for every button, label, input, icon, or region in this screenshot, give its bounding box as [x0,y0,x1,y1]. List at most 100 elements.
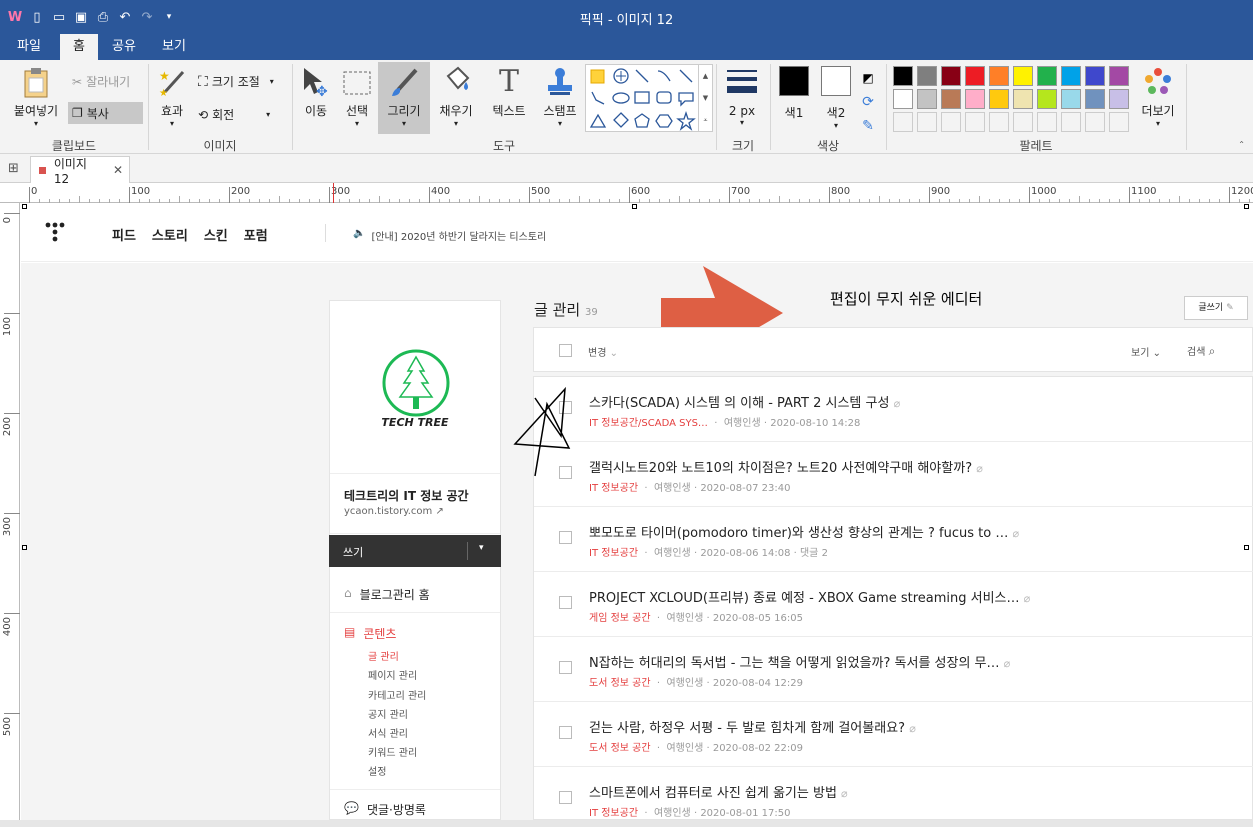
submenu-notice-manage[interactable]: 공지 관리 [368,706,408,721]
post-row[interactable]: 스마트폰에서 컴퓨터로 사진 쉽게 옮기는 방법 ⌀ IT 정보공간 · 여행인생… [534,767,1253,820]
swap-colors-icon[interactable]: ◩ [858,66,878,90]
resize-handle[interactable] [632,204,637,209]
post-category[interactable]: IT 정보공간 [589,548,638,559]
post-category[interactable]: 도서 정보 공간 [589,678,651,689]
stamp-tool-button[interactable]: 스탬프 ▾ [538,66,582,128]
post-title[interactable]: N잡하는 허대리의 독서법 - 그는 책을 어떻게 읽었을까? 독서를 성장의 … [589,652,1010,671]
submenu-template-manage[interactable]: 서식 관리 [368,725,408,740]
submenu-keyword-manage[interactable]: 키워드 관리 [368,744,417,759]
shapes-scroll-icon[interactable]: ▲ ▼ ⩡ [698,65,712,131]
effect-button[interactable]: ★ ★ 효과 ▾ [154,66,190,128]
nav-feed[interactable]: 피드 [112,225,136,244]
post-row[interactable]: PROJECT XCLOUD(프리뷰) 종료 예정 - XBOX Game st… [534,572,1253,637]
more-colors-button[interactable]: 더보기 ▾ [1136,66,1180,128]
palette-swatch[interactable] [1061,112,1081,132]
post-row[interactable]: 뽀모도로 타이머(pomodoro timer)와 생산성 향상의 관계는 ? … [534,507,1253,572]
grid-view-icon[interactable]: ⊞ [8,161,19,176]
post-row[interactable]: 스카다(SCADA) 시스템 의 이해 - PART 2 시스템 구성 ⌀ IT … [534,377,1253,442]
post-checkbox[interactable] [559,791,572,804]
line-size-button[interactable]: 2 px ▾ [722,66,762,127]
palette-swatch[interactable] [893,89,913,109]
submenu-post-manage[interactable]: 글 관리 [368,648,399,663]
select-tool-button[interactable]: 선택 ▾ [338,66,376,128]
post-checkbox[interactable] [559,661,572,674]
palette-swatch[interactable] [893,66,913,86]
post-category[interactable]: IT 정보공간 [589,483,638,494]
post-title[interactable]: 걷는 사람, 하정우 서평 - 두 발로 힘차게 함께 걸어볼래요? ⌀ [589,717,916,736]
palette-swatch[interactable] [941,112,961,132]
menu-share[interactable]: 공유 [102,34,146,60]
palette-swatch[interactable] [941,66,961,86]
post-row[interactable]: N잡하는 허대리의 독서법 - 그는 책을 어떻게 읽었을까? 독서를 성장의 … [534,637,1253,702]
post-title[interactable]: PROJECT XCLOUD(프리뷰) 종료 예정 - XBOX Game st… [589,587,1030,606]
write-dropdown-icon[interactable]: ▾ [479,543,484,553]
palette-swatch[interactable] [1109,66,1129,86]
palette-swatch[interactable] [941,89,961,109]
horizontal-scrollbar[interactable] [0,820,1253,827]
menu-view[interactable]: 보기 [150,34,198,60]
menu-comments[interactable]: 💬 댓글·방명록 [344,801,426,818]
menu-file[interactable]: 파일 [2,34,56,60]
palette-swatch[interactable] [1109,89,1129,109]
image-canvas[interactable]: 피드 스토리 스킨 포럼 🔈 [안내] 2020년 하반기 달라지는 티스토리 T… [21,203,1253,820]
palette-swatch[interactable] [965,89,985,109]
cut-button[interactable]: ✂ 잘라내기 [72,73,130,90]
post-row[interactable]: 갤럭시노트20와 노트10의 차이점은? 노트20 사전예약구매 해야할까? ⌀… [534,442,1253,507]
resize-handle[interactable] [22,545,27,550]
text-tool-button[interactable]: T 텍스트 [486,66,532,119]
palette-swatch[interactable] [917,112,937,132]
post-category[interactable]: 게임 정보 공간 [589,613,651,624]
palette-swatch[interactable] [1061,89,1081,109]
palette-swatch[interactable] [989,112,1009,132]
move-tool-button[interactable]: ✥ 이동 [298,66,334,119]
palette-swatch[interactable] [917,89,937,109]
nav-story[interactable]: 스토리 [152,225,188,244]
palette-swatch[interactable] [917,66,937,86]
palette-swatch[interactable] [1037,89,1057,109]
palette-swatch[interactable] [1085,66,1105,86]
submenu-settings[interactable]: 설정 [368,763,386,778]
menu-blog-home[interactable]: ⌂ 블로그관리 홈 [344,586,430,603]
eyedropper-icon[interactable]: ✎ [858,114,878,138]
palette-swatch[interactable] [1061,66,1081,86]
menu-contents[interactable]: ▤ 콘텐츠 [344,625,396,642]
nav-forum[interactable]: 포럼 [244,225,268,244]
resize-handle[interactable] [1244,545,1249,550]
palette-swatch[interactable] [1013,89,1033,109]
palette-swatch[interactable] [1013,112,1033,132]
submenu-category-manage[interactable]: 카테고리 관리 [368,687,426,702]
resize-handle[interactable] [22,204,27,209]
write-button[interactable]: 쓰기 ▾ [329,535,501,567]
palette-swatch[interactable] [1109,112,1129,132]
notice-link[interactable]: 🔈 [안내] 2020년 하반기 달라지는 티스토리 [353,228,546,243]
post-comment-count[interactable]: 댓글 2 [800,548,828,559]
nav-skin[interactable]: 스킨 [204,225,228,244]
post-category[interactable]: IT 정보공간 [589,808,638,819]
post-title[interactable]: 갤럭시노트20와 노트10의 차이점은? 노트20 사전예약구매 해야할까? ⌀ [589,457,983,476]
draw-tool-button[interactable]: 그리기 ▾ [378,62,430,134]
select-all-checkbox[interactable] [559,344,572,357]
shapes-gallery[interactable]: ▲ ▼ ⩡ [585,64,713,132]
palette-swatch[interactable] [893,112,913,132]
palette-swatch[interactable] [1037,66,1057,86]
blog-url[interactable]: ycaon.tistory.com ↗ [344,506,444,517]
color2-button[interactable]: 색2 ▾ [818,66,854,130]
collapse-ribbon-icon[interactable]: ⌃ [1238,140,1245,149]
post-row[interactable]: 걷는 사람, 하정우 서평 - 두 발로 힘차게 함께 걸어볼래요? ⌀ 도서 정… [534,702,1253,767]
post-checkbox[interactable] [559,726,572,739]
reset-colors-icon[interactable]: ⟳ [858,90,878,114]
resize-handle[interactable] [1244,204,1249,209]
palette-swatch[interactable] [965,112,985,132]
palette-swatch[interactable] [1037,112,1057,132]
paste-button[interactable]: 붙여넣기 ▾ [8,66,64,128]
post-title[interactable]: 스카다(SCADA) 시스템 의 이해 - PART 2 시스템 구성 ⌀ [589,392,900,411]
post-checkbox[interactable] [559,531,572,544]
close-tab-icon[interactable]: ✕ [113,163,123,177]
copy-button[interactable]: ❐ 복사 [68,102,143,124]
post-category[interactable]: 도서 정보 공간 [589,743,651,754]
palette-swatch[interactable] [1013,66,1033,86]
submenu-page-manage[interactable]: 페이지 관리 [368,667,417,682]
palette-swatch[interactable] [1085,89,1105,109]
palette-swatch[interactable] [989,66,1009,86]
new-post-button[interactable]: 글쓰기 ✎ [1184,296,1248,320]
